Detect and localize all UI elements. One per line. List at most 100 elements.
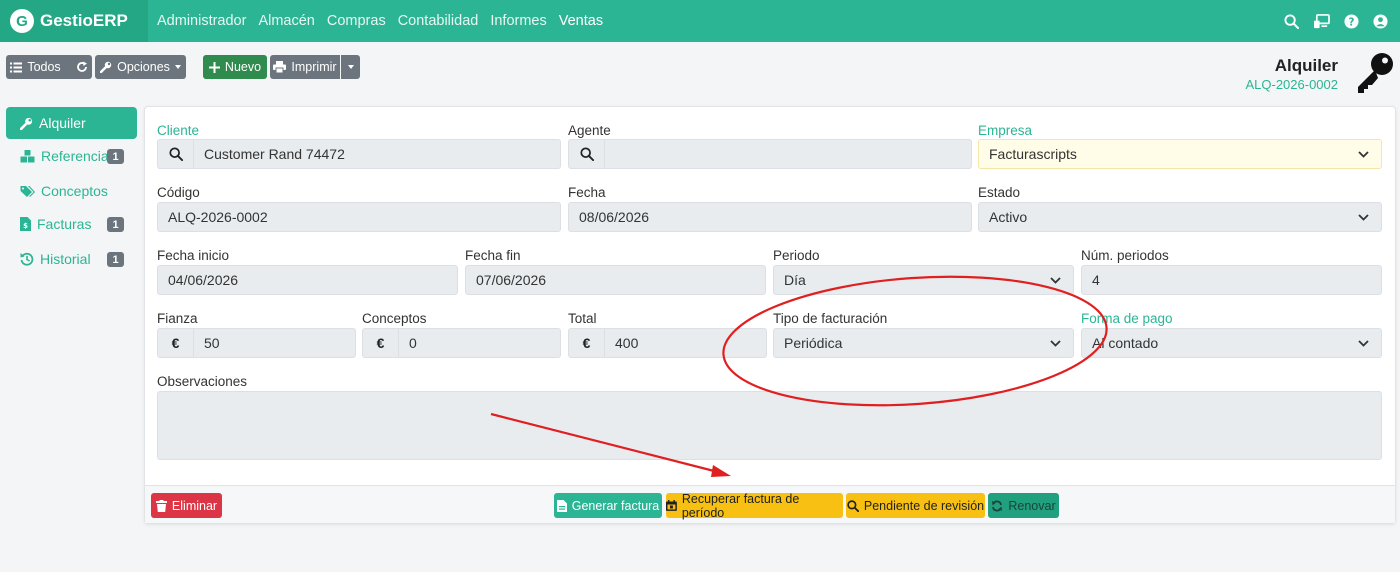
total-label: Total <box>568 311 597 326</box>
forma-pago-value: Al contado <box>1092 335 1159 351</box>
help-icon[interactable]: ? <box>1344 13 1359 29</box>
trash-icon <box>155 499 167 512</box>
all-button[interactable]: Todos <box>6 55 92 79</box>
search-icon[interactable] <box>569 140 605 168</box>
cliente-value: Customer Rand 74472 <box>204 146 345 162</box>
fecha-fin-field[interactable]: 07/06/2026 <box>465 265 766 295</box>
periodo-select[interactable]: Día <box>773 265 1074 295</box>
menu-item-informes[interactable]: Informes <box>484 0 552 42</box>
delete-button-label: Eliminar <box>171 498 218 513</box>
generate-invoice-button[interactable]: Generar factura <box>554 493 662 518</box>
sidebar-item-facturas[interactable]: $ Facturas 1 <box>6 208 137 240</box>
chevron-down-icon <box>1358 214 1369 221</box>
observaciones-textarea[interactable] <box>157 391 1382 460</box>
sidebar-item-alquiler[interactable]: Alquiler <box>6 107 137 139</box>
cliente-field[interactable]: Customer Rand 74472 <box>157 139 561 169</box>
menu-item-contabilidad[interactable]: Contabilidad <box>392 0 485 42</box>
top-navbar: G GestioERP Administrador Almacén Compra… <box>0 0 1400 42</box>
list-icon <box>10 62 23 72</box>
svg-text:$: $ <box>23 222 28 230</box>
print-dropdown-toggle[interactable] <box>341 55 360 79</box>
printer-icon <box>273 61 287 73</box>
monitor-icon[interactable] <box>1313 13 1330 29</box>
fecha-field[interactable]: 08/06/2026 <box>568 202 972 232</box>
sidebar-item-label: Historial <box>40 251 91 267</box>
search-icon[interactable] <box>158 140 194 168</box>
count-badge: 1 <box>107 217 124 232</box>
print-button[interactable]: Imprimir <box>270 55 340 79</box>
plus-icon <box>208 61 220 73</box>
options-button[interactable]: Opciones <box>95 55 186 79</box>
fecha-inicio-value: 04/06/2026 <box>168 272 239 288</box>
forma-pago-select[interactable]: Al contado <box>1081 328 1382 358</box>
empresa-label: Empresa <box>978 123 1033 138</box>
tipo-facturacion-value: Periódica <box>784 335 843 351</box>
num-periodos-value: 4 <box>1092 272 1100 288</box>
menu-item-administrador[interactable]: Administrador <box>151 0 252 42</box>
key-icon <box>1354 52 1394 97</box>
wrench-icon <box>20 117 33 130</box>
fianza-value: 50 <box>204 335 220 351</box>
new-button[interactable]: Nuevo <box>203 55 267 79</box>
conceptos-field[interactable]: € 0 <box>362 328 561 358</box>
chevron-down-icon <box>1358 151 1369 158</box>
fecha-inicio-field[interactable]: 04/06/2026 <box>157 265 458 295</box>
print-button-label: Imprimir <box>291 60 337 74</box>
sidebar-item-conceptos[interactable]: Conceptos <box>6 175 137 207</box>
recover-period-invoice-button[interactable]: Recuperar factura de período <box>666 491 843 520</box>
sidebar-item-label: Facturas <box>37 216 92 232</box>
empresa-value: Facturascripts <box>989 146 1077 162</box>
euro-addon: € <box>363 329 399 357</box>
fecha-label: Fecha <box>568 185 606 200</box>
estado-select[interactable]: Activo <box>978 202 1382 232</box>
fianza-field[interactable]: € 50 <box>157 328 356 358</box>
delete-button[interactable]: Eliminar <box>151 493 222 518</box>
user-icon[interactable] <box>1373 13 1388 29</box>
fianza-label: Fianza <box>157 311 198 326</box>
sidebar-item-referencias[interactable]: Referencias 1 <box>6 140 137 172</box>
menu-item-compras[interactable]: Compras <box>321 0 392 42</box>
periodo-value: Día <box>784 272 806 288</box>
cubes-icon <box>20 149 35 162</box>
tipo-facturacion-select[interactable]: Periódica <box>773 328 1074 358</box>
generate-invoice-button-label: Generar factura <box>571 498 660 513</box>
sidebar-item-historial[interactable]: Historial 1 <box>6 243 137 275</box>
fecha-inicio-label: Fecha inicio <box>157 248 230 263</box>
euro-addon: € <box>158 329 194 357</box>
menu-item-almacen[interactable]: Almacén <box>252 0 320 42</box>
codigo-field[interactable]: ALQ-2026-0002 <box>157 202 561 232</box>
recover-period-invoice-button-label: Recuperar factura de período <box>681 491 800 520</box>
conceptos-label: Conceptos <box>362 311 427 326</box>
sidebar-item-label: Conceptos <box>41 183 108 199</box>
empresa-select[interactable]: Facturascripts <box>978 139 1382 169</box>
refresh-icon[interactable] <box>76 61 88 73</box>
forma-pago-label: Forma de pago <box>1081 311 1173 326</box>
svg-text:?: ? <box>1349 16 1355 28</box>
cliente-label: Cliente <box>157 123 200 138</box>
renew-button-label: Renovar <box>1008 498 1056 513</box>
num-periodos-field[interactable]: 4 <box>1081 265 1382 295</box>
tipo-facturacion-label: Tipo de facturación <box>773 311 888 326</box>
pending-review-button[interactable]: Pendiente de revisión <box>846 493 985 518</box>
history-icon <box>20 252 34 266</box>
calendar-icon <box>666 500 677 511</box>
brand[interactable]: G GestioERP <box>0 0 148 42</box>
search-icon[interactable] <box>1284 13 1299 29</box>
observaciones-label: Observaciones <box>157 374 248 389</box>
caret-down-icon <box>347 65 354 69</box>
periodo-label: Periodo <box>773 248 820 263</box>
tags-icon <box>20 185 35 197</box>
main-menu: Administrador Almacén Compras Contabilid… <box>151 0 609 42</box>
agente-field[interactable] <box>568 139 972 169</box>
renew-button[interactable]: Renovar <box>988 493 1059 518</box>
estado-value: Activo <box>989 209 1028 225</box>
wrench-icon <box>100 61 112 73</box>
navbar-icons: ? <box>1284 0 1388 42</box>
agente-label: Agente <box>568 123 611 138</box>
total-field[interactable]: € 400 <box>568 328 767 358</box>
total-value: 400 <box>615 335 639 351</box>
menu-item-ventas[interactable]: Ventas <box>553 0 609 42</box>
sync-icon <box>992 500 1003 511</box>
codigo-value: ALQ-2026-0002 <box>168 209 268 225</box>
brand-logo: G <box>10 9 34 33</box>
